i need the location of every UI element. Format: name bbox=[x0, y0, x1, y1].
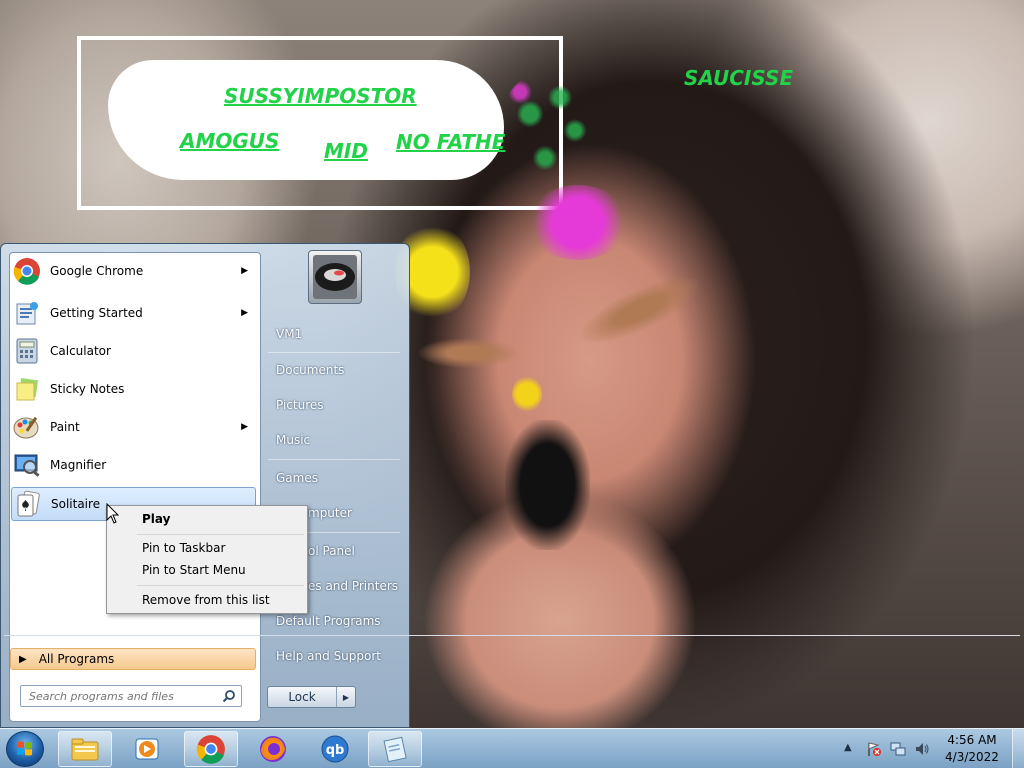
meme-text-sussyimpostor: SUSSYIMPOSTOR bbox=[224, 84, 417, 108]
context-separator bbox=[137, 534, 304, 535]
context-separator bbox=[137, 585, 304, 586]
start-right-pictures[interactable]: Pictures bbox=[268, 390, 402, 420]
start-item-getting-started[interactable]: Getting Started ▶ bbox=[11, 296, 256, 330]
taskbar-explorer-button[interactable] bbox=[58, 731, 112, 767]
start-right-documents[interactable]: Documents bbox=[268, 355, 402, 385]
show-hidden-icons-icon[interactable]: ▲ bbox=[844, 742, 860, 758]
start-item-sticky-notes[interactable]: Sticky Notes bbox=[11, 372, 256, 406]
start-item-label: Paint bbox=[50, 420, 80, 434]
meme-text-mid: MID bbox=[324, 139, 368, 163]
context-item-play[interactable]: Play bbox=[109, 509, 305, 529]
sticky-notes-icon bbox=[12, 374, 42, 404]
start-button[interactable] bbox=[6, 731, 44, 767]
start-item-label: Magnifier bbox=[50, 458, 107, 472]
search-icon[interactable] bbox=[222, 689, 236, 706]
start-item-label: Google Chrome bbox=[50, 264, 144, 278]
start-item-label: Solitaire bbox=[51, 497, 101, 511]
shutdown-options-arrow-icon[interactable]: ▶ bbox=[337, 687, 355, 707]
lock-button[interactable]: Lock bbox=[268, 687, 337, 707]
start-right-help-support[interactable]: Help and Support bbox=[268, 641, 402, 671]
submenu-arrow-icon[interactable]: ▶ bbox=[241, 266, 248, 276]
solitaire-icon bbox=[13, 489, 43, 519]
taskbar-notepad-button[interactable] bbox=[368, 731, 422, 767]
notepad-icon bbox=[383, 736, 407, 762]
chrome-icon bbox=[196, 735, 225, 764]
meme-text-no-fathe: NO FATHE bbox=[396, 130, 506, 154]
show-desktop-button[interactable] bbox=[1012, 729, 1024, 769]
triangle-right-icon: ▶ bbox=[19, 653, 27, 665]
getting-started-icon bbox=[12, 298, 42, 328]
submenu-arrow-icon[interactable]: ▶ bbox=[241, 308, 248, 318]
right-separator bbox=[268, 459, 400, 460]
taskbar: qb ▲ 4:56 AM 4/3/2022 bbox=[0, 728, 1024, 769]
firefox-icon bbox=[260, 736, 286, 762]
start-search-box[interactable] bbox=[20, 685, 242, 707]
start-item-label: Calculator bbox=[50, 344, 111, 358]
programs-separator bbox=[4, 635, 1020, 636]
start-item-calculator[interactable]: Calculator bbox=[11, 334, 256, 368]
submenu-arrow-icon[interactable]: ▶ bbox=[241, 422, 248, 432]
all-programs-button[interactable]: ▶ All Programs bbox=[10, 648, 256, 670]
start-right-games[interactable]: Games bbox=[268, 463, 402, 493]
black-beard-spray bbox=[505, 420, 590, 550]
start-item-magnifier[interactable]: Magnifier bbox=[11, 448, 256, 482]
clock-time: 4:56 AM bbox=[947, 733, 997, 747]
taskbar-media-player-button[interactable] bbox=[120, 731, 174, 767]
calculator-icon bbox=[12, 336, 42, 366]
meme-text-amogus: AMOGUS bbox=[180, 129, 280, 153]
brown-mustache-right bbox=[572, 264, 708, 356]
start-item-label: Sticky Notes bbox=[50, 382, 125, 396]
start-right-music[interactable]: Music bbox=[268, 425, 402, 455]
windows-logo-icon bbox=[17, 741, 32, 756]
meme-white-blob bbox=[108, 60, 504, 180]
taskbar-clock[interactable]: 4:56 AM 4/3/2022 bbox=[940, 732, 1004, 766]
lock-button-group: Lock ▶ bbox=[267, 686, 356, 708]
yellow-dot-spray bbox=[512, 376, 542, 412]
start-item-label: Getting Started bbox=[50, 306, 143, 320]
qbittorrent-icon: qb bbox=[321, 735, 349, 763]
start-item-google-chrome[interactable]: Google Chrome ▶ bbox=[11, 254, 256, 288]
taskbar-firefox-button[interactable] bbox=[246, 731, 300, 767]
volume-icon[interactable] bbox=[914, 741, 930, 757]
meme-text-saucisse: SAUCISSE bbox=[684, 66, 794, 90]
brown-mustache-left bbox=[418, 338, 518, 368]
chrome-icon bbox=[12, 256, 42, 286]
clock-date: 4/3/2022 bbox=[945, 750, 999, 764]
magenta-spray bbox=[528, 185, 628, 260]
action-center-flag-icon[interactable] bbox=[866, 741, 882, 757]
context-item-pin-taskbar[interactable]: Pin to Taskbar bbox=[109, 538, 305, 558]
right-separator bbox=[268, 352, 400, 353]
taskbar-chrome-button[interactable] bbox=[184, 731, 238, 767]
magnifier-icon bbox=[12, 450, 42, 480]
media-player-icon bbox=[135, 738, 159, 760]
taskbar-qbittorrent-button[interactable]: qb bbox=[308, 731, 362, 767]
windows-explorer-icon bbox=[71, 738, 99, 761]
context-item-remove[interactable]: Remove from this list bbox=[109, 590, 305, 610]
network-icon[interactable] bbox=[890, 741, 906, 757]
search-input[interactable] bbox=[27, 686, 221, 706]
mouse-cursor-icon bbox=[106, 502, 120, 528]
all-programs-label: All Programs bbox=[38, 652, 115, 666]
start-right-vm1[interactable]: VM1 bbox=[268, 319, 402, 349]
paint-icon bbox=[12, 412, 42, 442]
svg-text:qb: qb bbox=[326, 743, 345, 758]
context-menu: Play Pin to Taskbar Pin to Start Menu Re… bbox=[106, 505, 308, 614]
context-item-pin-start-menu[interactable]: Pin to Start Menu bbox=[109, 560, 305, 580]
start-item-paint[interactable]: Paint ▶ bbox=[11, 410, 256, 444]
user-picture[interactable] bbox=[308, 250, 362, 304]
green-spray-dots bbox=[500, 70, 600, 180]
